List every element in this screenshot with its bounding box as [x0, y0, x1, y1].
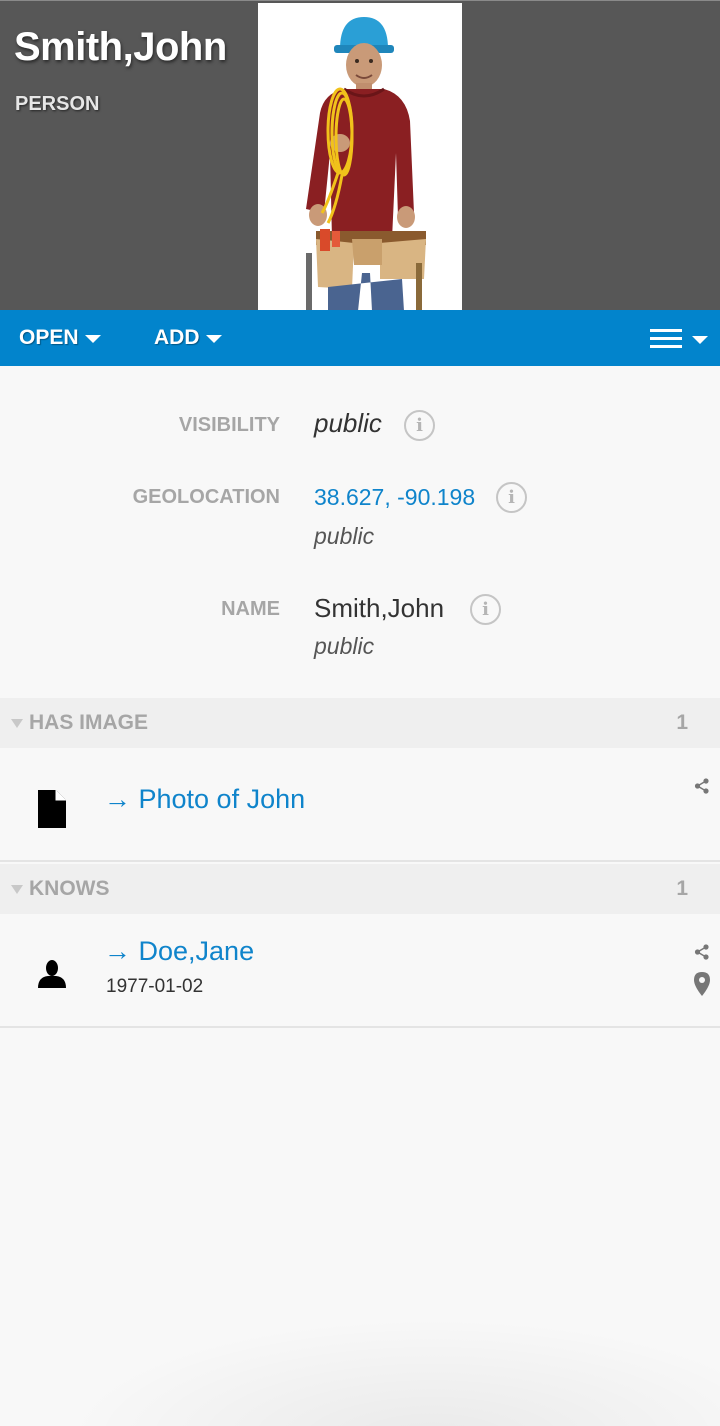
open-menu-button[interactable]: OPEN — [19, 310, 101, 366]
info-icon[interactable]: i — [404, 410, 435, 441]
section-count: 1 — [676, 711, 688, 734]
share-icon[interactable] — [694, 944, 710, 960]
person-icon — [38, 960, 66, 988]
properties-panel: VISIBILITY public i GEOLOCATION 38.627, … — [0, 366, 720, 698]
property-value-geolocation[interactable]: 38.627, -90.198 — [314, 484, 475, 511]
info-icon[interactable]: i — [496, 482, 527, 513]
related-subtext: 1977-01-02 — [106, 976, 204, 997]
chevron-down-icon — [205, 335, 222, 343]
collapse-triangle-icon — [11, 718, 23, 728]
add-label: ADD — [154, 326, 200, 349]
section-count: 1 — [676, 877, 688, 900]
options-menu-button[interactable] — [650, 328, 708, 350]
open-label: OPEN — [19, 326, 79, 349]
entity-type: PERSON — [15, 93, 100, 115]
related-link[interactable]: → Photo of John — [104, 784, 305, 815]
entity-title: Smith,John — [14, 25, 227, 69]
add-menu-button[interactable]: ADD — [154, 310, 222, 366]
property-label-geolocation: GEOLOCATION — [132, 486, 280, 508]
info-icon[interactable]: i — [470, 594, 501, 625]
action-toolbar: OPEN ADD — [0, 310, 720, 366]
property-label-name: NAME — [221, 598, 280, 620]
share-icon[interactable] — [694, 778, 710, 794]
document-icon — [38, 790, 66, 828]
property-value-visibility[interactable]: public — [314, 408, 382, 439]
entity-photo[interactable] — [258, 3, 462, 311]
property-visibility-geolocation: public — [314, 523, 375, 549]
property-value-name[interactable]: Smith,John — [314, 593, 444, 624]
section-title: HAS IMAGE — [29, 711, 149, 734]
section-title: KNOWS — [29, 877, 110, 900]
section-header-knows[interactable]: KNOWS 1 — [0, 864, 720, 914]
entity-header: Smith,John PERSON — [0, 0, 720, 311]
map-pin-icon[interactable] — [694, 972, 710, 996]
related-link[interactable]: → Doe,Jane — [104, 936, 254, 967]
chevron-down-icon — [84, 335, 101, 343]
section-header-has-image[interactable]: HAS IMAGE 1 — [0, 698, 720, 748]
bottom-shadow — [0, 1296, 720, 1426]
list-item: → Photo of John — [0, 748, 720, 862]
property-visibility-name: public — [314, 633, 375, 659]
property-label-visibility: VISIBILITY — [178, 414, 280, 436]
person-photo-illustration — [258, 3, 462, 311]
hamburger-icon — [650, 329, 682, 349]
collapse-triangle-icon — [11, 884, 23, 894]
list-item: → Doe,Jane 1977-01-02 — [0, 914, 720, 1028]
chevron-down-icon — [692, 336, 708, 344]
